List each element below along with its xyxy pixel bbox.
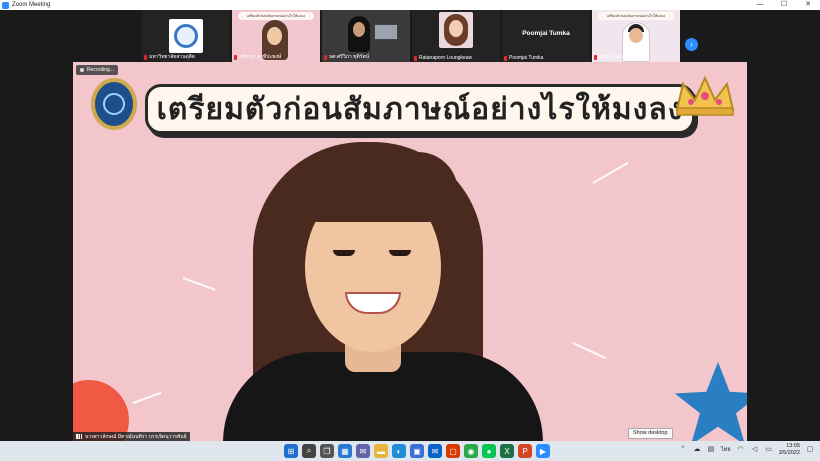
wifi-icon[interactable]: ◠ [737, 446, 745, 454]
cloud-icon[interactable]: ☁ [693, 446, 701, 454]
slide-title: เตรียมตัวก่อนสัมภาษณ์อย่างไรให้มงลง [145, 84, 695, 134]
notification-icon[interactable]: ▢ [806, 446, 814, 454]
store-icon[interactable]: ▣ [410, 444, 424, 458]
participant-center-name: Poomjai Tumka [522, 30, 570, 37]
active-speaker-video: เตรียมตัวก่อนสัมภาษณ์อย่างไรให้มงลง Reco… [73, 62, 747, 441]
office-icon[interactable]: ▢ [446, 444, 460, 458]
participant-tile[interactable]: เตรียมตัวก่อนสัมภาษณ์อย่างไรให้มงลง อภิช… [232, 10, 320, 62]
participant-face [353, 22, 365, 37]
close-button[interactable]: ✕ [796, 0, 820, 10]
speaker-name-bar: นางสาวลักษณ์ มีตาณ์นนทิรา บรรเจิดนุวารพั… [73, 432, 190, 441]
powerpoint-icon[interactable]: P [518, 444, 532, 458]
speaker-name: นางสาวลักษณ์ มีตาณ์นนทิรา บรรเจิดนุวารพั… [85, 433, 187, 440]
recording-indicator[interactable]: Recording... [76, 65, 118, 75]
participant-face [267, 27, 282, 45]
chevron-right-icon[interactable]: › [685, 38, 698, 51]
mail-icon[interactable]: ✉ [428, 444, 442, 458]
taskbar-apps: ⊞ ⌕ ❐ ▦ ✉ ▬ ◐ ▣ ✉ ▢ ◉ ● X P ▶ [284, 444, 550, 458]
battery-icon[interactable]: ▭ [765, 446, 773, 454]
network-icon[interactable]: ▤ [707, 446, 715, 454]
decor-star [674, 362, 747, 441]
participant-tile[interactable]: มหาวิทยาลัยสวนดุสิต [142, 10, 230, 62]
window-title: Zoom Meeting [12, 2, 51, 8]
participant-face [629, 28, 643, 43]
participant-tile[interactable]: เตรียมตัวก่อนสัมภาษณ์อย่างไรให้มงลง ณัฐฐ… [592, 10, 680, 62]
decor-arrow [132, 391, 162, 404]
excel-icon[interactable]: X [500, 444, 514, 458]
participant-name: นศ.ศรีวิภา ชุติรัตน์ [324, 53, 369, 61]
muted-mic-icon [144, 54, 147, 60]
background-monitor [374, 24, 398, 40]
window-title-bar: Zoom Meeting — ☐ ✕ [0, 0, 820, 10]
clock[interactable]: 13:05 3/5/2022 [779, 443, 800, 457]
chevron-up-icon[interactable]: ⌃ [679, 446, 687, 454]
clock-time: 13:05 [786, 443, 800, 449]
slide-banner: เตรียมตัวก่อนสัมภาษณ์อย่างไรให้มงลง [238, 12, 314, 20]
participant-name: Ratanaporn Loungkeaw [414, 55, 472, 61]
signal-strength-icon [76, 434, 82, 439]
volume-icon[interactable]: ◁ [751, 446, 759, 454]
speaker [193, 142, 613, 441]
zoom-app-icon [2, 1, 9, 9]
chrome-icon[interactable]: ◉ [464, 444, 478, 458]
windows-start-icon[interactable]: ⊞ [284, 444, 298, 458]
maximize-button[interactable]: ☐ [772, 0, 796, 10]
chat-icon[interactable]: ✉ [356, 444, 370, 458]
minimize-button[interactable]: — [748, 0, 772, 10]
participant-tile[interactable]: นศ.ศรีวิภา ชุติรัตน์ [322, 10, 410, 62]
crown-icon [675, 75, 735, 116]
file-explorer-icon[interactable]: ▬ [374, 444, 388, 458]
muted-mic-icon [414, 55, 417, 61]
zoom-icon[interactable]: ▶ [536, 444, 550, 458]
participant-photo [439, 12, 473, 48]
system-tray: ⌃ ☁ ▤ ไทย ◠ ◁ ▭ 13:05 3/5/2022 ▢ [679, 443, 814, 457]
muted-mic-icon [324, 54, 327, 60]
windows-taskbar: ⊞ ⌕ ❐ ▦ ✉ ▬ ◐ ▣ ✉ ▢ ◉ ● X P ▶ ⌃ ☁ ▤ ไทย ◠ ◁ ▭ 13:05 3/… [0, 441, 820, 461]
edge-icon[interactable]: ◐ [392, 444, 406, 458]
participant-tile[interactable]: Poomjai Tumka Poomjai Tumka [502, 10, 590, 62]
muted-mic-icon [504, 55, 507, 61]
clock-date: 3/5/2022 [778, 450, 800, 456]
recording-dot-icon [80, 68, 84, 72]
participant-name: มหาวิทยาลัยสวนดุสิต [144, 53, 195, 61]
window-controls: — ☐ ✕ [748, 0, 820, 10]
slide-banner: เตรียมตัวก่อนสัมภาษณ์อย่างไรให้มงลง [598, 12, 674, 20]
participant-thumbnail-strip: มหาวิทยาลัยสวนดุสิต เตรียมตัวก่อนสัมภาษณ… [0, 10, 820, 62]
university-logo [169, 19, 203, 53]
search-icon[interactable]: ⌕ [302, 444, 316, 458]
task-view-icon[interactable]: ❐ [320, 444, 334, 458]
participant-name: อภิชญา สาทีปะพงษ์ [234, 53, 281, 61]
participant-name: ณัฐฐา ทองคำเจริญ [594, 53, 640, 61]
show-desktop-tooltip: Show desktop [628, 428, 673, 439]
muted-mic-icon [594, 54, 597, 60]
widgets-icon[interactable]: ▦ [338, 444, 352, 458]
input-language[interactable]: ไทย [721, 446, 731, 454]
recording-label: Recording... [87, 67, 114, 73]
line-icon[interactable]: ● [482, 444, 496, 458]
university-seal-icon [91, 78, 137, 130]
participant-tile[interactable]: Ratanaporn Loungkeaw [412, 10, 500, 62]
muted-mic-icon [234, 54, 237, 60]
participant-name: Poomjai Tumka [504, 55, 543, 61]
